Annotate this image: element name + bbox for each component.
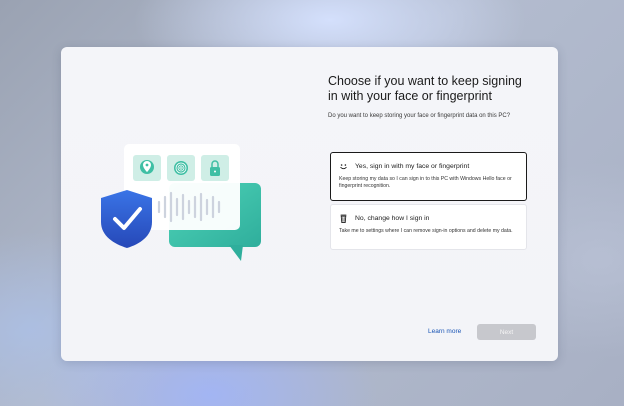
option-description: Keep storing my data so I can sign in to… xyxy=(339,176,512,190)
face-scan-icon xyxy=(133,155,161,181)
learn-more-link[interactable]: Learn more xyxy=(428,328,461,335)
setup-dialog: Choose if you want to keep signing in wi… xyxy=(61,47,558,361)
option-title: Yes, sign in with my face or fingerprint xyxy=(355,163,470,170)
option-header: No, change how I sign in xyxy=(331,205,526,224)
option-title: No, change how I sign in xyxy=(355,215,430,222)
smiley-face-icon xyxy=(338,161,349,172)
option-yes-sign-in[interactable]: Yes, sign in with my face or fingerprint… xyxy=(330,152,527,201)
fingerprint-icon xyxy=(167,155,195,181)
page-title: Choose if you want to keep signing in wi… xyxy=(328,74,522,103)
option-description: Take me to settings where I can remove s… xyxy=(339,228,513,234)
lock-icon xyxy=(201,155,229,181)
page-subtitle: Do you want to keep storing your face or… xyxy=(328,113,511,119)
next-button[interactable]: Next xyxy=(477,324,536,340)
trash-can-icon xyxy=(338,213,349,224)
content-panel: Choose if you want to keep signing in wi… xyxy=(328,74,533,250)
shield-checkmark-icon xyxy=(101,190,152,248)
option-no-change-sign-in[interactable]: No, change how I sign in Take me to sett… xyxy=(330,204,527,250)
option-header: Yes, sign in with my face or fingerprint xyxy=(331,153,526,172)
hello-illustration xyxy=(101,144,261,261)
